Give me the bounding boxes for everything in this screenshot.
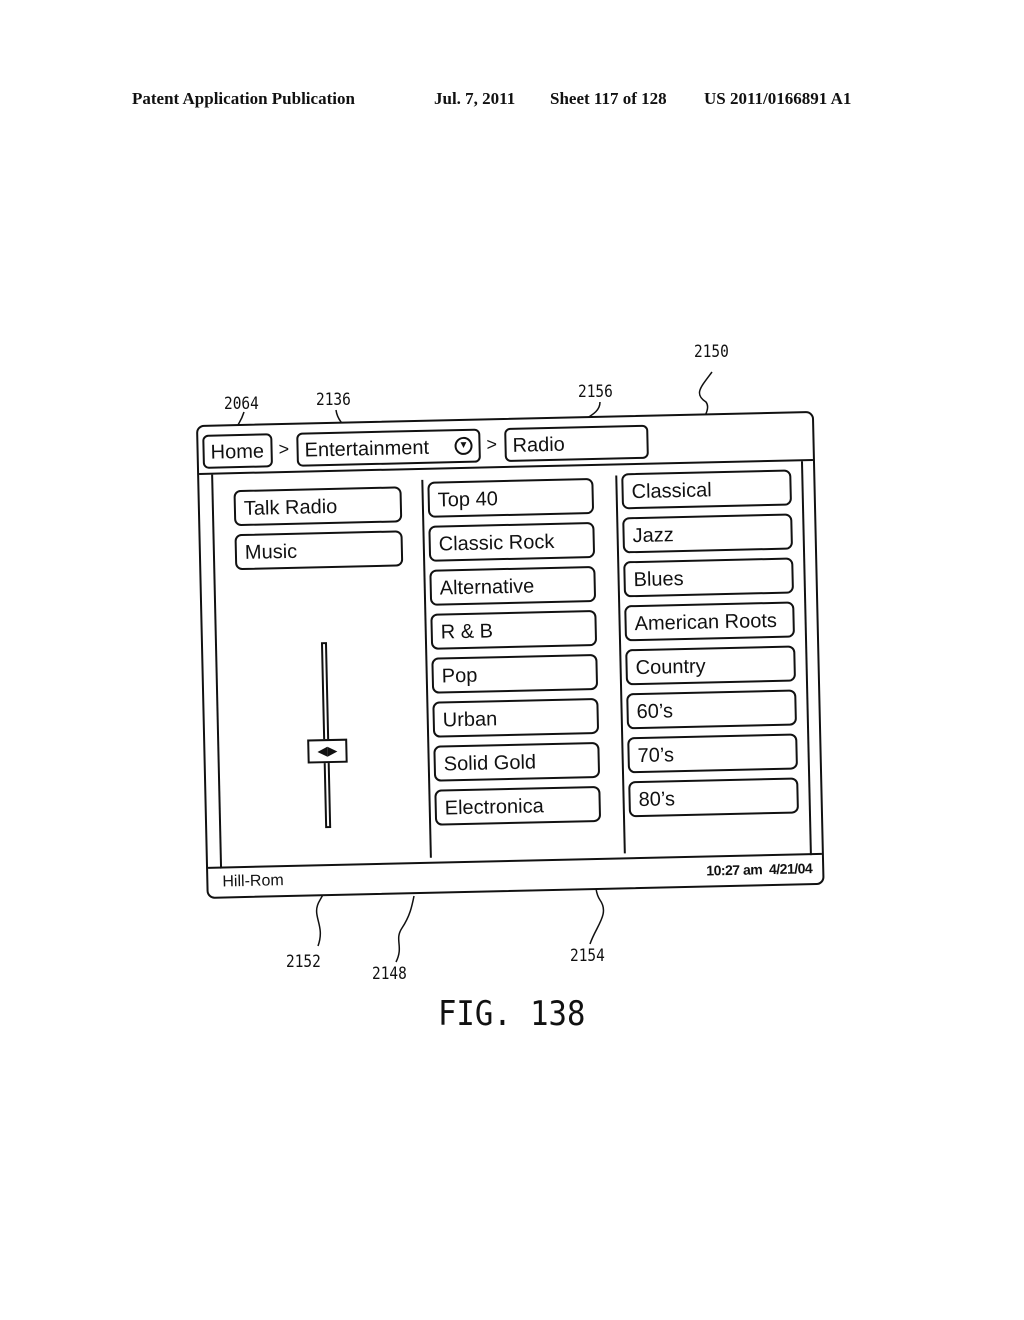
home-button[interactable]: Home (202, 433, 273, 469)
genre-button[interactable]: Classic Rock (428, 521, 596, 562)
genre-button[interactable]: Pop (431, 653, 599, 694)
ref-2148: 2148 (372, 964, 407, 984)
genre-button[interactable]: Top 40 (427, 477, 595, 518)
brand-label: Hill-Rom (222, 872, 284, 891)
talk-radio-button[interactable]: Talk Radio (233, 486, 403, 527)
publication-date: Jul. 7, 2011 (434, 89, 516, 108)
ref-2152: 2152 (286, 952, 321, 972)
content-area: Talk Radio Music ◀▶ Top 40 Classic Rock … (211, 461, 812, 869)
ref-2154: 2154 (570, 946, 605, 966)
date: 4/21/04 (768, 860, 813, 878)
figure-label: FIG. 138 (438, 994, 586, 1034)
genre-button[interactable]: Classical (621, 469, 792, 510)
entertainment-dropdown[interactable]: Entertainment ▼ (296, 428, 481, 467)
publication-title: Patent Application Publication (132, 89, 355, 108)
ref-2156: 2156 (578, 382, 613, 402)
genre-button[interactable]: 60’s (626, 689, 797, 730)
genre-button[interactable]: Jazz (622, 513, 793, 554)
sheet-number: Sheet 117 of 128 (550, 89, 667, 108)
time: 10:27 am (706, 861, 763, 879)
breadcrumb-separator: > (278, 438, 290, 460)
radio-breadcrumb[interactable]: Radio (504, 424, 649, 463)
genre-button[interactable]: Country (625, 645, 796, 686)
ref-2136: 2136 (316, 390, 351, 410)
breadcrumb-separator: > (486, 434, 498, 455)
genre-button[interactable]: Blues (623, 557, 794, 598)
clock: 10:27 am 4/21/04 (706, 860, 812, 878)
genre-button[interactable]: Electronica (434, 785, 602, 826)
radio-screen: Home > Entertainment ▼ > Radio Talk Radi… (196, 410, 825, 899)
genre-button[interactable]: Urban (432, 697, 600, 738)
genre-button[interactable]: 80’s (628, 777, 799, 818)
entertainment-label: Entertainment (304, 436, 430, 462)
volume-slider[interactable] (320, 642, 332, 829)
genre-button[interactable]: Solid Gold (433, 741, 601, 782)
speaker-icon: ◀▶ (317, 743, 338, 759)
music-button[interactable]: Music (234, 530, 404, 571)
genre-button[interactable]: R & B (430, 609, 598, 650)
ref-2150: 2150 (694, 342, 729, 362)
leader-2148 (395, 895, 415, 963)
dropdown-circle-icon[interactable]: ▼ (454, 436, 473, 456)
genre-button[interactable]: Alternative (429, 565, 597, 606)
genre-button[interactable]: American Roots (624, 601, 795, 642)
ref-2064: 2064 (224, 394, 259, 414)
volume-slider-thumb[interactable]: ◀▶ (307, 738, 348, 764)
patent-number: US 2011/0166891 A1 (704, 89, 852, 108)
genre-button[interactable]: 70’s (627, 733, 798, 774)
